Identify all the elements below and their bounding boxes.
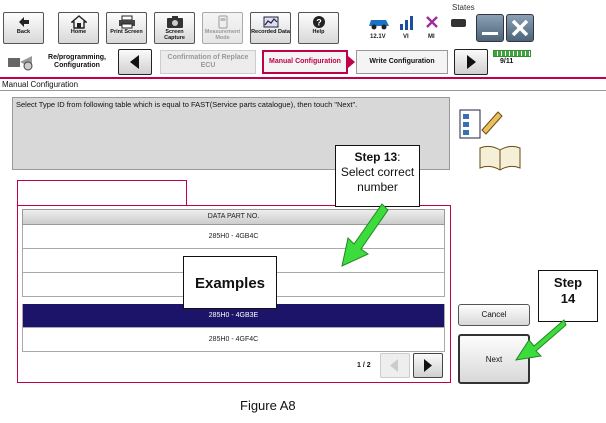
help-icon: ? — [312, 16, 325, 28]
car-battery-icon — [369, 20, 389, 30]
step-progress-bar — [493, 50, 531, 57]
voltage-readout: 12.1V — [370, 34, 386, 40]
breadcrumb-manual-configuration: Manual Configuration — [262, 50, 348, 74]
close-button[interactable] — [506, 14, 534, 42]
minimize-button[interactable] — [476, 14, 504, 42]
back-arrow-icon — [18, 17, 29, 27]
instruction-text: Select Type ID from following table whic… — [16, 100, 358, 109]
vi-signal-icon — [400, 16, 413, 30]
page-title: Manual Configuration — [2, 80, 79, 89]
back-button[interactable]: Back — [3, 12, 44, 44]
consult-screen: States Back Home Print Screen Screen Cap… — [0, 0, 606, 423]
breadcrumb-back-button[interactable] — [118, 49, 152, 75]
header-divider — [0, 77, 606, 79]
step-13-arrow-icon — [341, 203, 389, 267]
page-indicator: 1 / 2 — [357, 362, 371, 369]
triangle-right-icon — [467, 55, 476, 69]
home-icon — [70, 15, 87, 29]
mi-disconnected-icon — [426, 16, 438, 28]
vi-label: VI — [403, 34, 409, 40]
step-13-colon: : — [397, 150, 401, 164]
step-14-line-1: Step — [553, 275, 583, 290]
step-14-arrow-icon — [514, 319, 567, 361]
table-row[interactable]: 285H0 - 4GF4C — [22, 328, 445, 352]
battery-icon — [451, 19, 466, 27]
triangle-left-icon — [130, 55, 139, 69]
print-screen-button[interactable]: Print Screen — [106, 12, 147, 44]
previous-page-button[interactable] — [380, 353, 410, 378]
breadcrumb-confirmation: Confirmation of Replace ECU — [160, 50, 256, 74]
triangle-right-icon — [424, 359, 432, 372]
close-icon — [511, 19, 529, 37]
step-counter: 9/11 — [500, 58, 514, 65]
status-label: States — [452, 3, 475, 12]
svg-text:?: ? — [316, 18, 322, 28]
next-page-button[interactable] — [413, 353, 443, 378]
camera-icon — [166, 16, 183, 28]
step-13-title: Step 13 — [354, 150, 398, 164]
title-divider — [0, 90, 606, 91]
reprogramming-icon — [8, 56, 33, 71]
recorded-data-icon — [263, 16, 278, 28]
help-button[interactable]: ? Help — [298, 12, 339, 44]
breadcrumb-reprogramming: Re/programming, Configuration — [48, 54, 106, 69]
step-13-line-2: number — [357, 180, 398, 194]
table-tab[interactable] — [17, 180, 187, 206]
breadcrumb-write-configuration: Write Configuration — [356, 50, 448, 74]
home-button[interactable]: Home — [58, 12, 99, 44]
multimeter-icon — [217, 15, 228, 29]
screen-capture-button[interactable]: Screen Capture — [154, 12, 195, 44]
step-13-line-1: Select correct — [340, 165, 415, 179]
mi-label: MI — [428, 34, 435, 40]
printer-icon — [118, 15, 135, 29]
measurement-mode-button[interactable]: Measurement Mode — [202, 12, 243, 44]
recorded-data-button[interactable]: Recorded Data — [250, 12, 291, 44]
step-14-callout: Step 14 — [538, 270, 598, 322]
figure-caption: Figure A8 — [240, 398, 296, 413]
breadcrumb-next-button[interactable] — [454, 49, 488, 75]
triangle-left-icon — [390, 359, 398, 372]
minimize-icon — [482, 32, 498, 35]
step-14-line-2: 14 — [560, 291, 576, 306]
document-pen-icon — [459, 109, 503, 139]
step-13-callout: Step 13: Select correct number — [335, 145, 420, 207]
examples-callout: Examples — [183, 256, 277, 309]
open-book-icon — [479, 145, 521, 171]
